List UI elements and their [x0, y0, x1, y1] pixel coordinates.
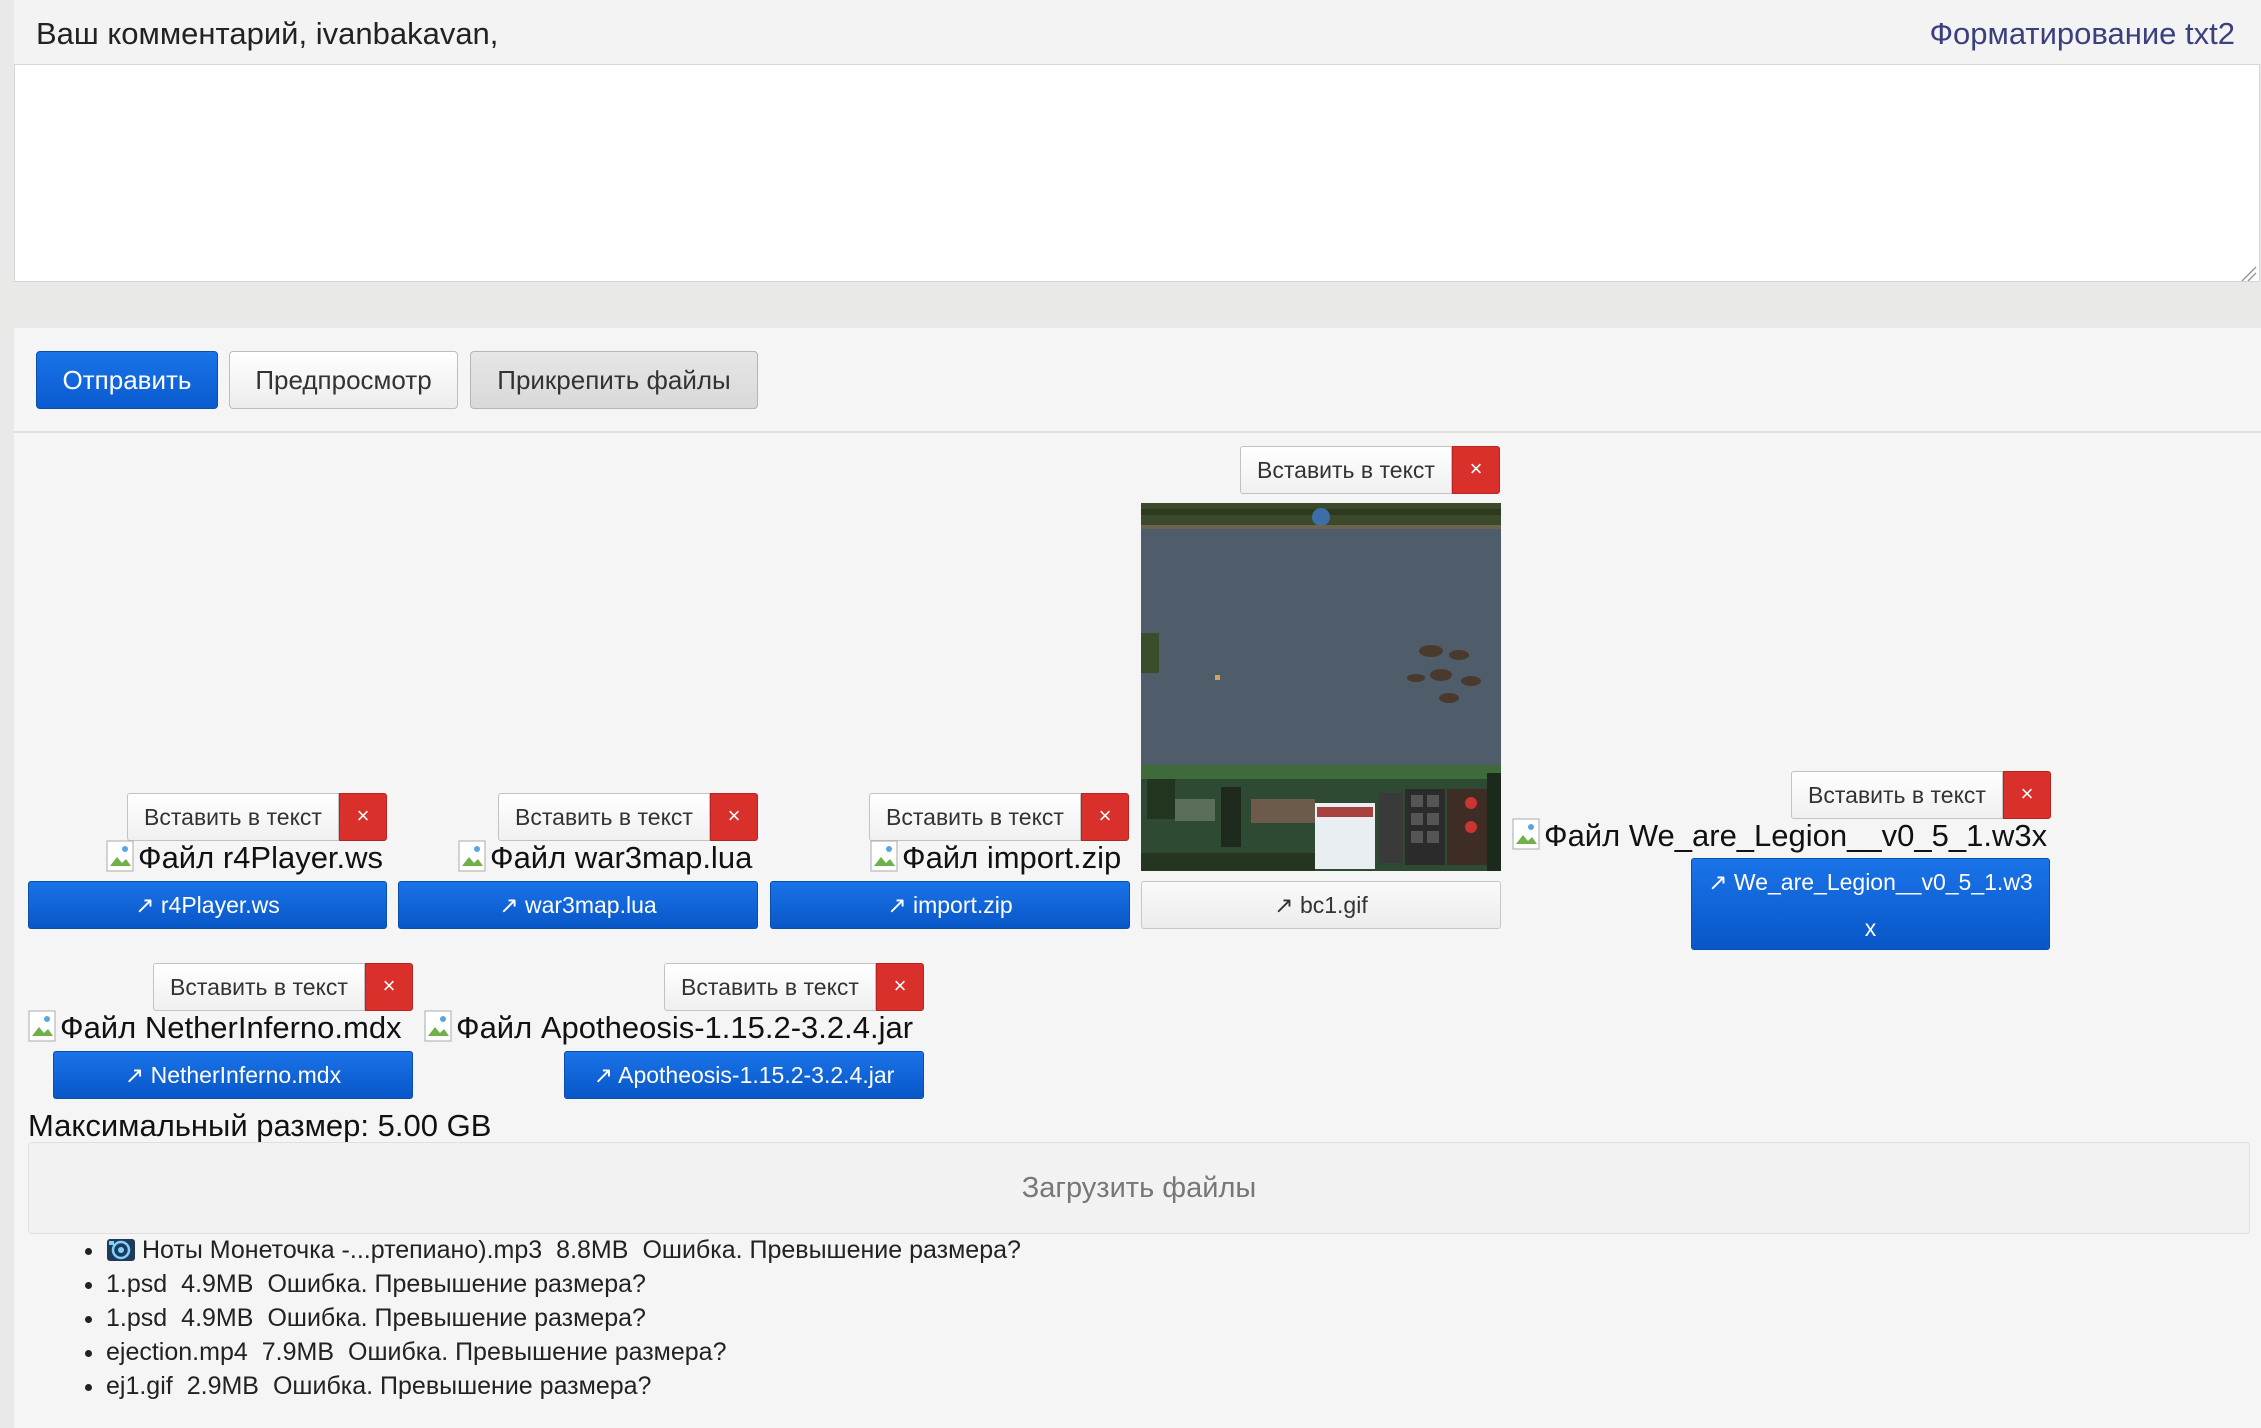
attachment-link[interactable]: ↗ war3map.lua — [398, 881, 758, 929]
remove-attachment-close-icon[interactable]: × — [1081, 793, 1129, 841]
broken-image-icon — [106, 840, 136, 874]
upload-files-button[interactable]: Загрузить файлы — [28, 1142, 2250, 1234]
list-item: ejection.mp47.9MBОшибка. Превышение разм… — [106, 1335, 1021, 1369]
file-caption: Файл Apotheosis-1.15.2-3.2.4.jar — [424, 1010, 913, 1046]
insert-into-text-button[interactable]: Вставить в текст — [153, 963, 365, 1011]
comment-label: Ваш комментарий, ivanbakavan, — [36, 16, 499, 51]
attachment-link[interactable]: ↗ We_are_Legion__v0_5_1.w3 x — [1691, 858, 2050, 950]
insert-into-text-button[interactable]: Вставить в текст — [664, 963, 876, 1011]
attach-files-button[interactable]: Прикрепить файлы — [470, 351, 758, 409]
insert-into-text-button[interactable]: Вставить в текст — [1240, 446, 1452, 494]
file-caption: Файл We_are_Legion__v0_5_1.w3x — [1512, 818, 2047, 854]
list-item: 1.psd4.9MBОшибка. Превышение размера? — [106, 1301, 1021, 1335]
broken-image-icon — [28, 1010, 58, 1044]
insert-into-text-button[interactable]: Вставить в текст — [869, 793, 1081, 841]
submit-button[interactable]: Отправить — [36, 351, 218, 409]
audio-file-icon — [107, 1239, 135, 1261]
insert-into-text-button[interactable]: Вставить в текст — [127, 793, 339, 841]
remove-attachment-close-icon[interactable]: × — [876, 963, 924, 1011]
list-item: Ноты Монеточка -...ртепиано).mp38.8MBОши… — [106, 1233, 1021, 1267]
list-item: ej1.gif2.9MBОшибка. Превышение размера? — [106, 1369, 1021, 1403]
file-caption: Файл war3map.lua — [458, 840, 752, 876]
attachment-link[interactable]: ↗ r4Player.ws — [28, 881, 387, 929]
list-item: 1.psd4.9MBОшибка. Превышение размера? — [106, 1267, 1021, 1301]
remove-attachment-close-icon[interactable]: × — [365, 963, 413, 1011]
insert-into-text-button[interactable]: Вставить в текст — [1791, 771, 2003, 819]
remove-attachment-close-icon[interactable]: × — [1452, 446, 1500, 494]
remove-attachment-close-icon[interactable]: × — [2003, 771, 2051, 819]
preview-button[interactable]: Предпросмотр — [229, 351, 458, 409]
file-caption: Файл import.zip — [870, 840, 1121, 876]
attachment-link[interactable]: ↗ NetherInferno.mdx — [53, 1051, 413, 1099]
broken-image-icon — [870, 840, 900, 874]
file-caption: Файл NetherInferno.mdx — [28, 1010, 402, 1046]
upload-error-list: Ноты Монеточка -...ртепиано).mp38.8MBОши… — [64, 1233, 1021, 1403]
broken-image-icon — [1512, 818, 1542, 852]
insert-into-text-button[interactable]: Вставить в текст — [498, 793, 710, 841]
attachment-link[interactable]: ↗ import.zip — [770, 881, 1130, 929]
gif-thumbnail-image[interactable] — [1141, 503, 1501, 871]
comment-textarea[interactable] — [14, 64, 2260, 282]
file-caption: Файл r4Player.ws — [106, 840, 383, 876]
broken-image-icon — [458, 840, 488, 874]
resize-grip-icon[interactable] — [2239, 264, 2257, 282]
formatting-help-link[interactable]: Форматирование txt2 — [1929, 16, 2235, 52]
remove-attachment-close-icon[interactable]: × — [710, 793, 758, 841]
panel-divider — [14, 431, 2261, 433]
remove-attachment-close-icon[interactable]: × — [339, 793, 387, 841]
max-size-label: Максимальный размер: 5.00 GB — [28, 1108, 492, 1143]
attachment-link[interactable]: ↗ Apotheosis-1.15.2-3.2.4.jar — [564, 1051, 924, 1099]
attachment-link[interactable]: ↗ bc1.gif — [1141, 881, 1501, 929]
broken-image-icon — [424, 1010, 454, 1044]
